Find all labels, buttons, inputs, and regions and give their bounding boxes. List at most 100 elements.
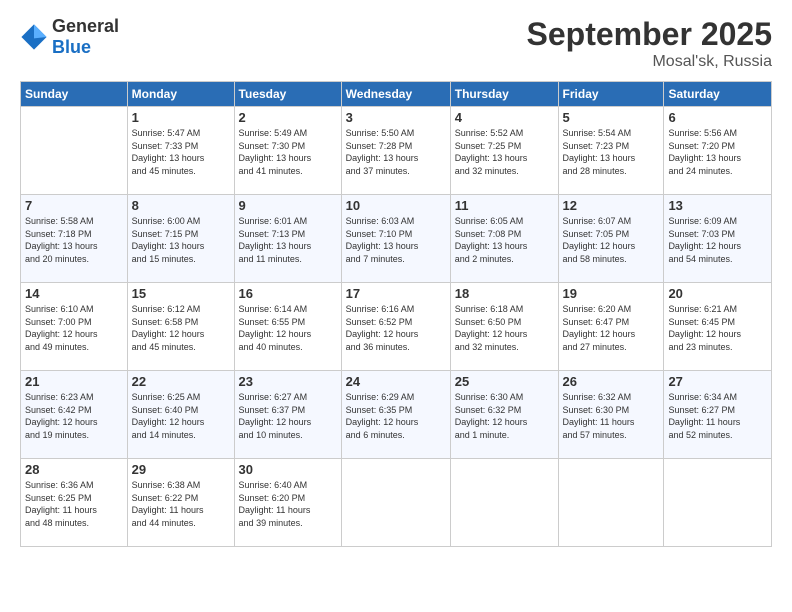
day-info: Sunrise: 5:50 AM Sunset: 7:28 PM Dayligh… — [346, 127, 446, 177]
calendar-cell: 18 Sunrise: 6:18 AM Sunset: 6:50 PM Dayli… — [450, 283, 558, 371]
day-info: Sunrise: 6:40 AM Sunset: 6:20 PM Dayligh… — [239, 479, 337, 529]
day-info: Sunrise: 6:25 AM Sunset: 6:40 PM Dayligh… — [132, 391, 230, 441]
day-info: Sunrise: 6:05 AM Sunset: 7:08 PM Dayligh… — [455, 215, 554, 265]
calendar-header-row: SundayMondayTuesdayWednesdayThursdayFrid… — [21, 82, 772, 107]
day-info: Sunrise: 6:07 AM Sunset: 7:05 PM Dayligh… — [563, 215, 660, 265]
title-block: September 2025 Mosal'sk, Russia — [527, 16, 772, 71]
calendar-cell: 4 Sunrise: 5:52 AM Sunset: 7:25 PM Daylig… — [450, 107, 558, 195]
day-number: 3 — [346, 110, 446, 125]
calendar-cell: 19 Sunrise: 6:20 AM Sunset: 6:47 PM Dayli… — [558, 283, 664, 371]
calendar-cell: 12Sunrise: 6:07 AM Sunset: 7:05 PM Dayli… — [558, 195, 664, 283]
day-number: 1 — [132, 110, 230, 125]
day-info: Sunrise: 5:58 AM Sunset: 7:18 PM Dayligh… — [25, 215, 123, 265]
calendar-cell: 21Sunrise: 6:23 AM Sunset: 6:42 PM Dayli… — [21, 371, 128, 459]
calendar-cell: 5 Sunrise: 5:54 AM Sunset: 7:23 PM Daylig… — [558, 107, 664, 195]
day-info: Sunrise: 6:21 AM Sunset: 6:45 PM Dayligh… — [668, 303, 767, 353]
calendar-cell: 7 Sunrise: 5:58 AM Sunset: 7:18 PM Daylig… — [21, 195, 128, 283]
month-title: September 2025 — [527, 16, 772, 53]
day-info: Sunrise: 5:49 AM Sunset: 7:30 PM Dayligh… — [239, 127, 337, 177]
day-number: 4 — [455, 110, 554, 125]
day-number: 28 — [25, 462, 123, 477]
day-info: Sunrise: 6:01 AM Sunset: 7:13 PM Dayligh… — [239, 215, 337, 265]
day-info: Sunrise: 6:36 AM Sunset: 6:25 PM Dayligh… — [25, 479, 123, 529]
calendar-cell: 23 Sunrise: 6:27 AM Sunset: 6:37 PM Dayli… — [234, 371, 341, 459]
day-number: 21 — [25, 374, 123, 389]
day-number: 15 — [132, 286, 230, 301]
day-number: 19 — [563, 286, 660, 301]
day-number: 29 — [132, 462, 230, 477]
calendar-week-1: 1 Sunrise: 5:47 AM Sunset: 7:33 PM Daylig… — [21, 107, 772, 195]
day-info: Sunrise: 6:03 AM Sunset: 7:10 PM Dayligh… — [346, 215, 446, 265]
day-info: Sunrise: 6:32 AM Sunset: 6:30 PM Dayligh… — [563, 391, 660, 441]
day-info: Sunrise: 6:12 AM Sunset: 6:58 PM Dayligh… — [132, 303, 230, 353]
day-number: 8 — [132, 198, 230, 213]
calendar-cell: 29Sunrise: 6:38 AM Sunset: 6:22 PM Dayli… — [127, 459, 234, 547]
calendar-cell: 9 Sunrise: 6:01 AM Sunset: 7:13 PM Daylig… — [234, 195, 341, 283]
day-number: 18 — [455, 286, 554, 301]
day-number: 20 — [668, 286, 767, 301]
column-header-tuesday: Tuesday — [234, 82, 341, 107]
column-header-saturday: Saturday — [664, 82, 772, 107]
column-header-thursday: Thursday — [450, 82, 558, 107]
day-number: 30 — [239, 462, 337, 477]
day-number: 27 — [668, 374, 767, 389]
day-info: Sunrise: 5:52 AM Sunset: 7:25 PM Dayligh… — [455, 127, 554, 177]
day-info: Sunrise: 6:10 AM Sunset: 7:00 PM Dayligh… — [25, 303, 123, 353]
day-number: 6 — [668, 110, 767, 125]
page: General Blue September 2025 Mosal'sk, Ru… — [0, 0, 792, 612]
calendar-cell: 11Sunrise: 6:05 AM Sunset: 7:08 PM Dayli… — [450, 195, 558, 283]
calendar-cell: 25 Sunrise: 6:30 AM Sunset: 6:32 PM Dayli… — [450, 371, 558, 459]
day-info: Sunrise: 5:47 AM Sunset: 7:33 PM Dayligh… — [132, 127, 230, 177]
calendar-cell: 24 Sunrise: 6:29 AM Sunset: 6:35 PM Dayli… — [341, 371, 450, 459]
calendar-cell: 26 Sunrise: 6:32 AM Sunset: 6:30 PM Dayli… — [558, 371, 664, 459]
day-info: Sunrise: 6:29 AM Sunset: 6:35 PM Dayligh… — [346, 391, 446, 441]
column-header-sunday: Sunday — [21, 82, 128, 107]
day-number: 24 — [346, 374, 446, 389]
logo-text: General Blue — [52, 16, 119, 58]
logo-general: General — [52, 16, 119, 37]
logo-icon — [20, 23, 48, 51]
calendar-cell — [558, 459, 664, 547]
calendar-cell: 8Sunrise: 6:00 AM Sunset: 7:15 PM Daylig… — [127, 195, 234, 283]
calendar-week-2: 7 Sunrise: 5:58 AM Sunset: 7:18 PM Daylig… — [21, 195, 772, 283]
day-number: 10 — [346, 198, 446, 213]
calendar-cell: 1 Sunrise: 5:47 AM Sunset: 7:33 PM Daylig… — [127, 107, 234, 195]
day-number: 23 — [239, 374, 337, 389]
day-number: 9 — [239, 198, 337, 213]
day-info: Sunrise: 6:30 AM Sunset: 6:32 PM Dayligh… — [455, 391, 554, 441]
day-number: 16 — [239, 286, 337, 301]
calendar-cell: 10 Sunrise: 6:03 AM Sunset: 7:10 PM Dayli… — [341, 195, 450, 283]
day-number: 7 — [25, 198, 123, 213]
calendar-week-5: 28 Sunrise: 6:36 AM Sunset: 6:25 PM Dayli… — [21, 459, 772, 547]
day-number: 13 — [668, 198, 767, 213]
calendar-week-4: 21Sunrise: 6:23 AM Sunset: 6:42 PM Dayli… — [21, 371, 772, 459]
day-info: Sunrise: 6:20 AM Sunset: 6:47 PM Dayligh… — [563, 303, 660, 353]
logo: General Blue — [20, 16, 119, 58]
day-number: 17 — [346, 286, 446, 301]
location: Mosal'sk, Russia — [527, 53, 772, 71]
column-header-wednesday: Wednesday — [341, 82, 450, 107]
column-header-monday: Monday — [127, 82, 234, 107]
logo-blue: Blue — [52, 37, 119, 58]
calendar-cell — [341, 459, 450, 547]
calendar-cell: 17Sunrise: 6:16 AM Sunset: 6:52 PM Dayli… — [341, 283, 450, 371]
calendar-cell: 6Sunrise: 5:56 AM Sunset: 7:20 PM Daylig… — [664, 107, 772, 195]
column-header-friday: Friday — [558, 82, 664, 107]
day-info: Sunrise: 6:27 AM Sunset: 6:37 PM Dayligh… — [239, 391, 337, 441]
calendar-cell: 16Sunrise: 6:14 AM Sunset: 6:55 PM Dayli… — [234, 283, 341, 371]
day-number: 14 — [25, 286, 123, 301]
day-info: Sunrise: 6:09 AM Sunset: 7:03 PM Dayligh… — [668, 215, 767, 265]
day-number: 25 — [455, 374, 554, 389]
calendar-table: SundayMondayTuesdayWednesdayThursdayFrid… — [20, 81, 772, 547]
calendar-cell — [450, 459, 558, 547]
calendar-cell — [21, 107, 128, 195]
day-info: Sunrise: 5:54 AM Sunset: 7:23 PM Dayligh… — [563, 127, 660, 177]
calendar-cell: 15 Sunrise: 6:12 AM Sunset: 6:58 PM Dayli… — [127, 283, 234, 371]
day-number: 2 — [239, 110, 337, 125]
calendar-cell: 14 Sunrise: 6:10 AM Sunset: 7:00 PM Dayli… — [21, 283, 128, 371]
day-info: Sunrise: 6:18 AM Sunset: 6:50 PM Dayligh… — [455, 303, 554, 353]
calendar-cell: 27Sunrise: 6:34 AM Sunset: 6:27 PM Dayli… — [664, 371, 772, 459]
day-number: 22 — [132, 374, 230, 389]
day-number: 5 — [563, 110, 660, 125]
day-number: 26 — [563, 374, 660, 389]
